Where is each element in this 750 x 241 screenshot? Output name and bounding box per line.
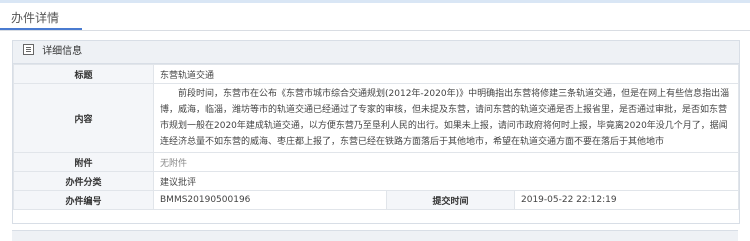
category-value: 建议批评 [153,171,739,191]
number-label: 办件编号 [13,190,154,210]
attachment-label: 附件 [13,152,154,172]
table-row: 内容 前段时间，东营市在公布《东营市城市综合交通规划(2012年-2020年)》… [13,83,739,153]
table-row: 附件 无附件 [13,152,739,172]
table-row: 标题 东营轨道交通 [13,64,739,84]
attachment-value: 无附件 [153,152,739,172]
category-label: 办件分类 [13,171,154,191]
table-row: 办件分类 建议批评 [13,171,739,191]
panel-header: 详细信息 [13,41,739,64]
detail-table: 标题 东营轨道交通 内容 前段时间，东营市在公布《东营市城市综合交通规划(201… [13,64,739,210]
tab-divider [0,30,750,31]
tab-detail[interactable]: 办件详情 [5,6,65,30]
title-value: 东营轨道交通 [153,64,739,84]
submit-time-value: 2019-05-22 22:12:19 [514,190,739,210]
top-accent-bar [0,0,750,3]
detail-panel: 详细信息 标题 东营轨道交通 内容 前段时间，东营市在公布《东营市城市综合交通规… [12,40,740,224]
panel-title: 详细信息 [42,46,83,57]
list-icon [23,44,34,55]
table-row: 办件编号 BMMS20190500196 提交时间 2019-05-22 22:… [13,190,739,210]
number-value: BMMS20190500196 [153,190,387,210]
footer-bar [12,230,738,241]
submit-time-label: 提交时间 [386,190,515,210]
content-value: 前段时间，东营市在公布《东营市城市综合交通规划(2012年-2020年)》中明确… [153,83,739,153]
content-label: 内容 [13,83,154,153]
title-label: 标题 [13,64,154,84]
